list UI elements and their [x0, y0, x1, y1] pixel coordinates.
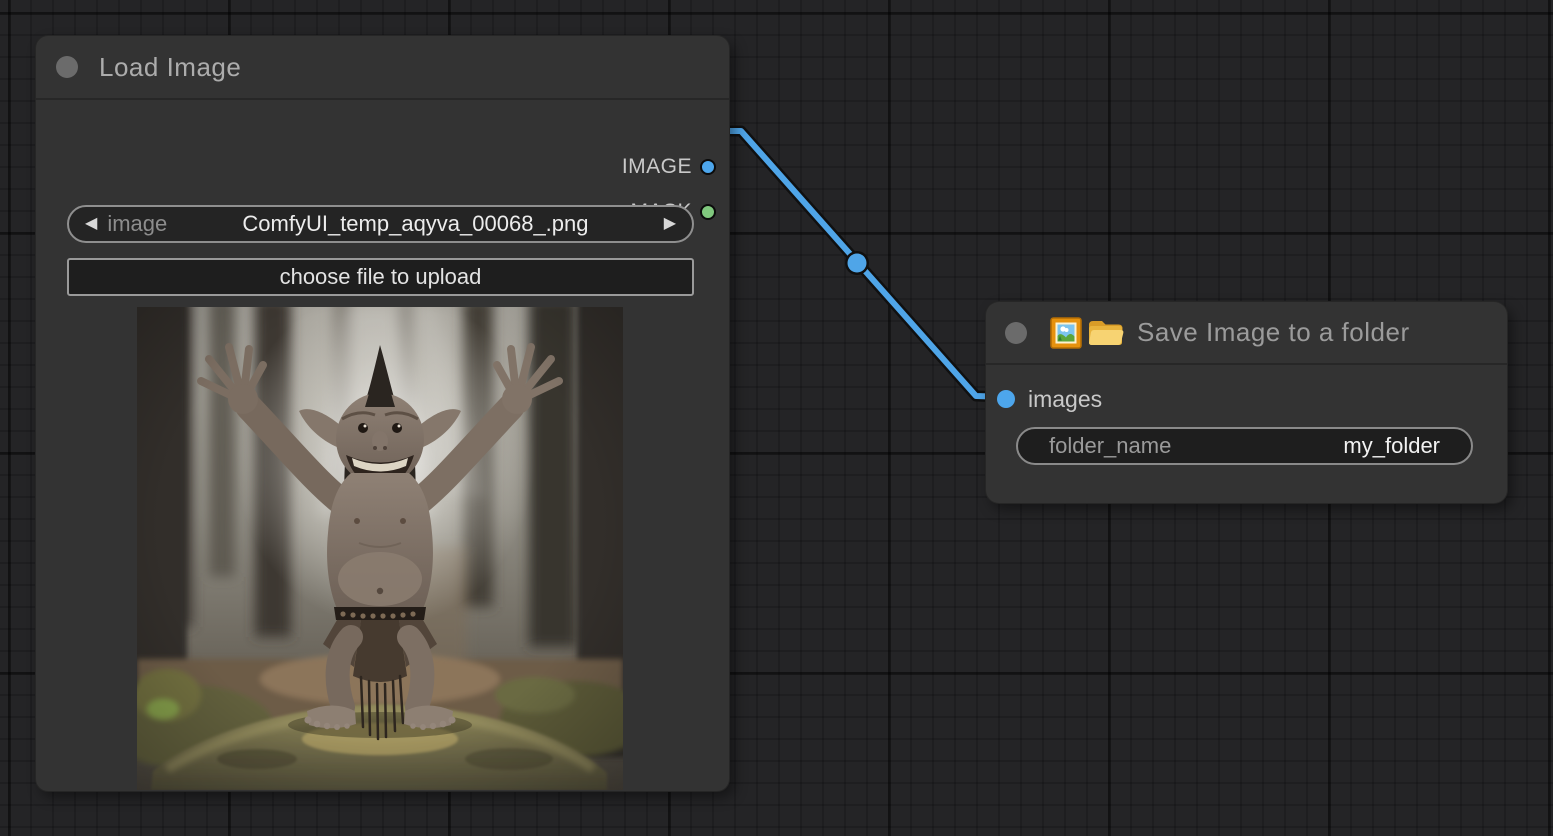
image-preview: [137, 307, 623, 790]
output-dot-mask[interactable]: [700, 204, 716, 220]
node-canvas[interactable]: { "canvas": {"background": "#242426", "g…: [0, 0, 1553, 836]
folder-name-value[interactable]: my_folder: [1343, 433, 1440, 459]
link-midpoint-dot: [848, 254, 867, 273]
combo-value[interactable]: ComfyUI_temp_aqyva_00068_.png: [167, 211, 663, 237]
node-title: Load Image: [99, 52, 241, 83]
load-image-node[interactable]: Load Image IMAGE MASK ◀ image ComfyUI_te…: [36, 36, 729, 791]
node-title: Save Image to a folder: [1137, 317, 1410, 348]
save-image-node[interactable]: Save Image to a folder images folder_nam…: [986, 302, 1507, 503]
input-slot-images: images: [997, 388, 1102, 410]
open-folder-icon: [1087, 317, 1124, 348]
folder-name-widget[interactable]: folder_name my_folder: [1016, 427, 1473, 465]
combo-next-icon[interactable]: ▶: [664, 216, 676, 232]
choose-file-label: choose file to upload: [280, 264, 482, 290]
node-status-dot: [56, 56, 78, 78]
output-label-image: IMAGE: [622, 155, 692, 179]
load-image-node-titlebar[interactable]: Load Image: [36, 36, 729, 100]
input-dot-images[interactable]: [997, 390, 1015, 408]
combo-prev-icon[interactable]: ◀: [85, 216, 97, 232]
troll-forest-illustration: [137, 307, 623, 790]
folder-name-label: folder_name: [1049, 433, 1171, 459]
node-status-dot: [1005, 322, 1027, 344]
input-label-images: images: [1028, 386, 1102, 413]
output-slot-image: IMAGE: [622, 157, 729, 177]
save-image-node-titlebar[interactable]: Save Image to a folder: [986, 302, 1507, 365]
output-dot-image[interactable]: [700, 159, 716, 175]
choose-file-button[interactable]: choose file to upload: [67, 258, 694, 296]
framed-picture-icon: [1050, 317, 1082, 349]
image-combo-widget[interactable]: ◀ image ComfyUI_temp_aqyva_00068_.png ▶: [67, 205, 694, 243]
combo-label: image: [107, 211, 167, 237]
